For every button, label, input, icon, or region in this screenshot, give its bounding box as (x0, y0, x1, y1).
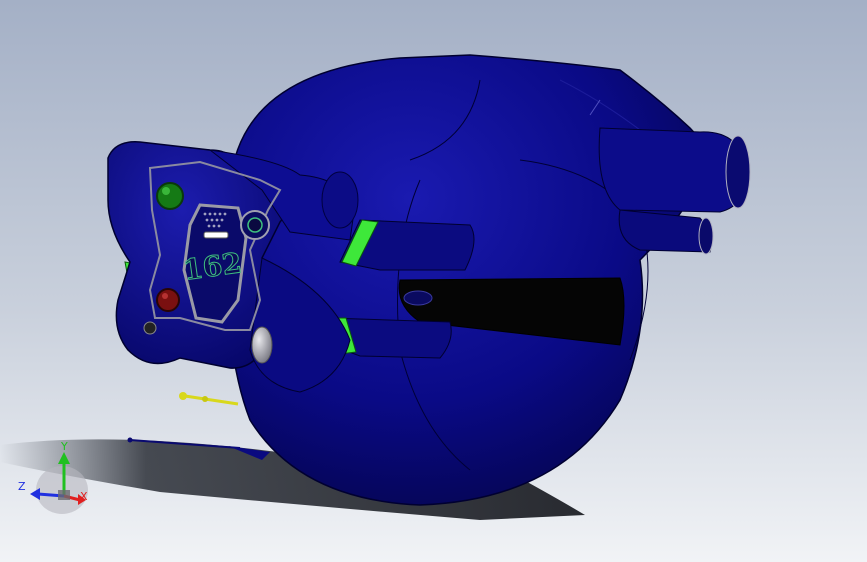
sensor-dial-icon (240, 210, 270, 240)
green-light-icon (156, 182, 184, 210)
thruster-pod-upper[interactable] (598, 127, 751, 213)
viewport-window (403, 290, 433, 306)
small-sensor-icon (143, 321, 157, 335)
model-scene[interactable]: 162 (0, 0, 867, 562)
yellow-antenna (179, 392, 239, 406)
axis-x-label: X (80, 490, 88, 503)
red-light-icon (156, 288, 180, 312)
plate-slot (203, 231, 229, 239)
axis-y-label: Y (61, 440, 68, 453)
axis-z-label: Z (18, 480, 26, 493)
3d-viewport[interactable]: 162 Y X Z (0, 0, 867, 562)
